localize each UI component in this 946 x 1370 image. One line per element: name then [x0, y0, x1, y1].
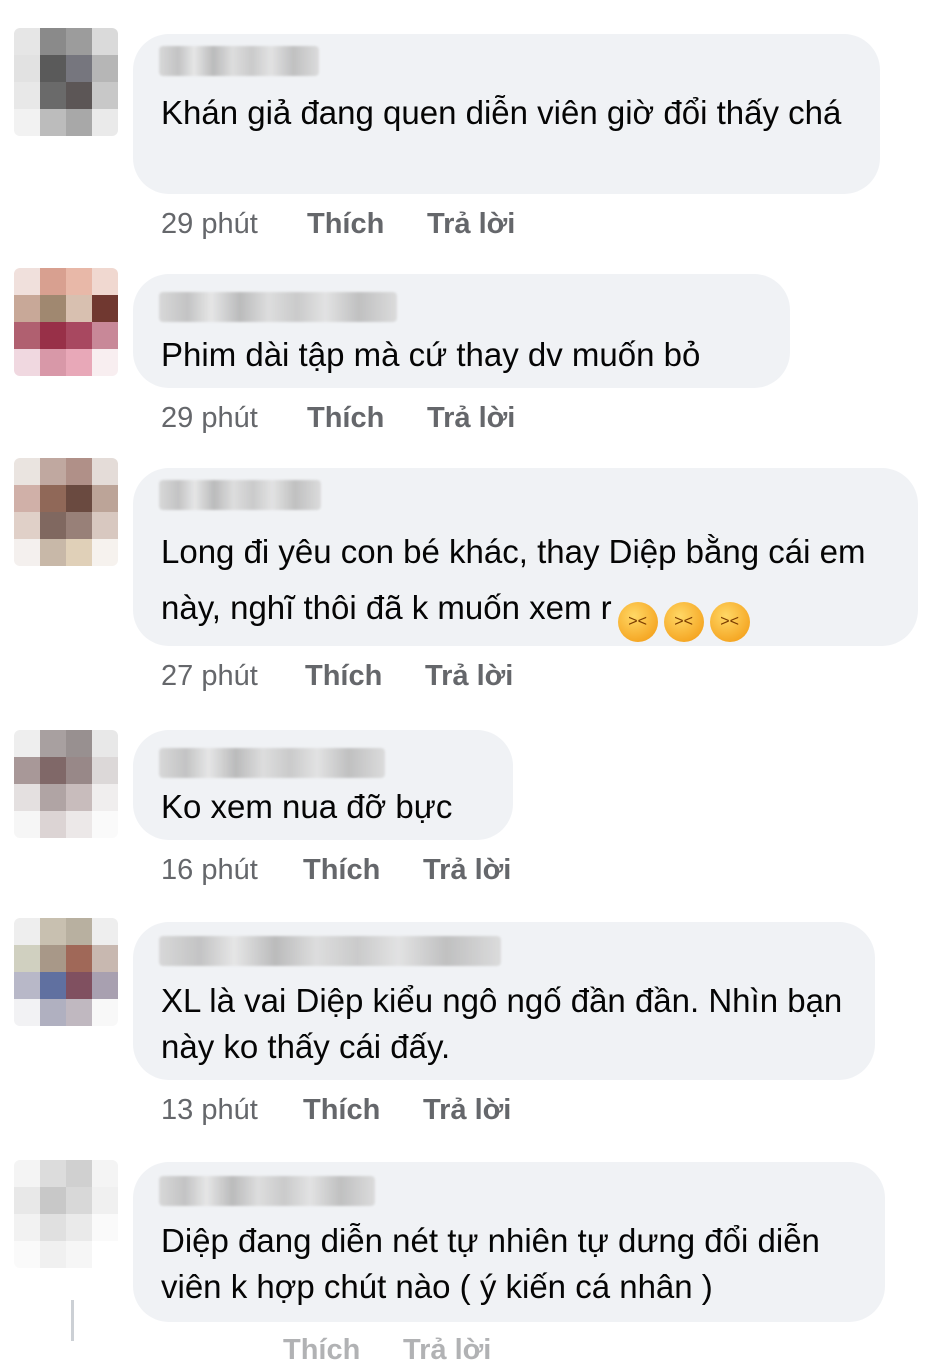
comment-text: XL là vai Diệp kiểu ngô ngố đần đần. Nhì… — [161, 982, 843, 1065]
avatar[interactable] — [14, 918, 118, 1026]
like-button[interactable]: Thích — [305, 656, 425, 696]
comment-time[interactable]: 27 phút — [161, 656, 305, 696]
comment-text: Khán giả đang quen diễn viên giờ đổi thấ… — [161, 94, 842, 131]
reply-button[interactable]: Trả lời — [427, 398, 515, 438]
avatar[interactable] — [14, 28, 118, 136]
comment-time[interactable]: 13 phút — [161, 1090, 303, 1130]
comment-actions: 16 phút Thích Trả lời — [161, 850, 511, 890]
commenter-name[interactable] — [159, 748, 385, 778]
like-button[interactable]: Thích — [303, 1090, 423, 1130]
like-button[interactable]: Thích — [303, 850, 423, 890]
confounded-face-icon: >< — [663, 602, 704, 642]
comment-actions: 29 phút Thích Trả lời — [161, 204, 515, 244]
comment-time[interactable]: 29 phút — [161, 398, 307, 438]
comment-text: Phim dài tập mà cứ thay dv muốn bỏ — [161, 336, 701, 373]
avatar[interactable] — [14, 730, 118, 838]
commenter-name[interactable] — [159, 292, 397, 322]
comment-text: Ko xem nua đỡ bực — [161, 788, 453, 825]
comment-bubble: Ko xem nua đỡ bực — [133, 730, 513, 840]
comment-actions: 13 phút Thích Trả lời — [161, 1090, 511, 1130]
like-button[interactable]: Thích — [283, 1330, 403, 1370]
avatar[interactable] — [14, 458, 118, 566]
avatar[interactable] — [14, 1160, 118, 1268]
confounded-face-icon: >< — [617, 602, 658, 642]
commenter-name[interactable] — [159, 936, 501, 966]
comment-actions: 29 phút Thích Trả lời — [161, 398, 515, 438]
like-button[interactable]: Thích — [307, 204, 427, 244]
comment-actions: Thích Trả lời — [161, 1330, 491, 1370]
reply-button[interactable]: Trả lời — [423, 1090, 511, 1130]
comment-time[interactable] — [161, 1330, 283, 1370]
comment-bubble: Diệp đang diễn nét tự nhiên tự dưng đổi … — [133, 1162, 885, 1322]
commenter-name[interactable] — [159, 46, 319, 76]
reply-button[interactable]: Trả lời — [427, 204, 515, 244]
reply-thread-line — [71, 1300, 74, 1341]
avatar[interactable] — [14, 268, 118, 376]
comment-bubble: XL là vai Diệp kiểu ngô ngố đần đần. Nhì… — [133, 922, 875, 1080]
reply-button[interactable]: Trả lời — [423, 850, 511, 890]
comment-actions: 27 phút Thích Trả lời — [161, 656, 513, 696]
like-button[interactable]: Thích — [307, 398, 427, 438]
commenter-name[interactable] — [159, 480, 321, 510]
comment-bubble: Khán giả đang quen diễn viên giờ đổi thấ… — [133, 34, 880, 194]
comment-text: Long đi yêu con bé khác, thay Diệp bằng … — [161, 524, 894, 642]
comment-text: Diệp đang diễn nét tự nhiên tự dưng đổi … — [161, 1222, 820, 1305]
confounded-face-icon: >< — [709, 602, 750, 642]
comment-text-content: Long đi yêu con bé khác, thay Diệp bằng … — [161, 533, 866, 626]
reply-button[interactable]: Trả lời — [425, 656, 513, 696]
commenter-name[interactable] — [159, 1176, 375, 1206]
reply-button[interactable]: Trả lời — [403, 1330, 491, 1370]
comment-bubble: Phim dài tập mà cứ thay dv muốn bỏ — [133, 274, 790, 388]
comment-time[interactable]: 16 phút — [161, 850, 303, 890]
comment-bubble: Long đi yêu con bé khác, thay Diệp bằng … — [133, 468, 918, 646]
comment-time[interactable]: 29 phút — [161, 204, 307, 244]
